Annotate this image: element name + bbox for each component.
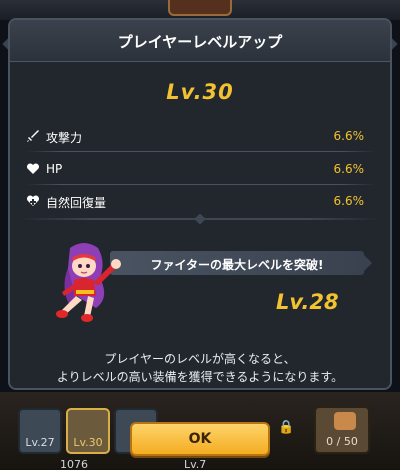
ok-button[interactable]: OK: [130, 422, 270, 456]
description-line-1: プレイヤーのレベルが高くなると、: [104, 352, 296, 366]
banner-tip: [364, 255, 372, 271]
stat-divider: [26, 184, 376, 185]
lock-icon: 🔒: [278, 420, 295, 435]
description-line-2: よりレベルの高い装備を獲得できるようになります。: [56, 370, 344, 384]
equipment-slot-1[interactable]: Lv.27: [18, 408, 62, 454]
stat-value: 6.6%: [333, 162, 365, 176]
stat-row-regen: 自然回復量 6.6%: [20, 189, 370, 215]
ok-button-label: OK: [188, 431, 212, 447]
stat-row-attack: 攻撃力 6.6%: [20, 124, 370, 150]
stat-divider: [26, 151, 376, 152]
dialog-header: プレイヤーレベルアップ: [10, 20, 390, 62]
bottom-level: Lv.7: [184, 458, 207, 470]
stat-label: HP: [46, 162, 63, 176]
fighter-limit-banner: ファイターの最大レベルを突破!: [110, 251, 364, 275]
equipment-slot-2[interactable]: Lv.30: [66, 408, 110, 454]
stat-value: 6.6%: [333, 194, 365, 208]
stat-value: 6.6%: [333, 129, 365, 143]
stat-label: 自然回復量: [46, 196, 107, 210]
fighter-max-level: Lv.28: [276, 290, 339, 314]
heal-heart-icon: [26, 194, 40, 208]
player-level: Lv.30: [166, 80, 234, 104]
heart-icon: [26, 162, 40, 176]
slot-level-label: Lv.30: [73, 436, 103, 449]
top-ornament: [168, 0, 232, 16]
stat-row-hp: HP 6.6%: [20, 157, 370, 183]
slot-level-label: Lv.27: [25, 436, 55, 449]
bottom-left-value: 1076: [60, 458, 88, 470]
bag-icon: [334, 412, 356, 430]
stat-label: 攻撃力: [46, 131, 83, 145]
bag-count: 0 / 50: [326, 435, 358, 448]
dialog-body: [10, 62, 390, 388]
top-strip: [0, 0, 400, 20]
banner-text: ファイターの最大レベルを突破!: [150, 258, 324, 272]
bag-slot[interactable]: 0 / 50: [314, 406, 370, 454]
sword-icon: [26, 129, 40, 143]
fighter-character-image: [40, 238, 136, 326]
dialog-title: プレイヤーレベルアップ: [117, 33, 283, 51]
